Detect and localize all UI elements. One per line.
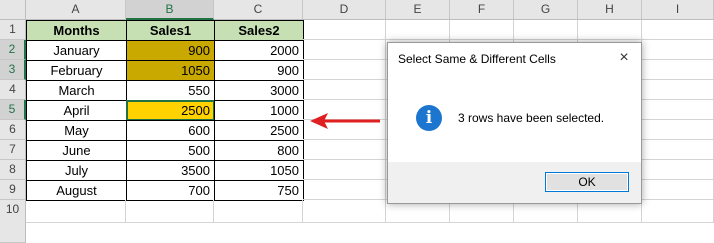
empty-cell[interactable] (303, 180, 386, 200)
row-header-7[interactable]: 7 (0, 140, 26, 160)
cell-sales1[interactable]: 600 (126, 120, 215, 141)
cell-month[interactable]: May (26, 120, 127, 141)
empty-cell[interactable] (642, 160, 714, 180)
select-cells-dialog: Select Same & Different Cells × i 3 rows… (387, 42, 642, 204)
cell-sales1-active[interactable]: 2500 (126, 100, 215, 121)
empty-cell[interactable] (386, 20, 450, 40)
empty-cell[interactable] (303, 160, 386, 180)
cell-sales1[interactable]: 900 (126, 40, 215, 61)
empty-cell[interactable] (642, 120, 714, 140)
column-header-g[interactable]: G (514, 0, 578, 20)
empty-cell[interactable] (642, 20, 714, 40)
column-header-b[interactable]: B (126, 0, 214, 20)
empty-cell[interactable] (303, 60, 386, 80)
cell-month[interactable]: August (26, 180, 127, 201)
empty-cell[interactable] (303, 200, 386, 223)
empty-cell[interactable] (214, 200, 303, 223)
cell-month[interactable]: June (26, 140, 127, 161)
empty-cell[interactable] (450, 20, 514, 40)
empty-cell[interactable] (642, 100, 714, 120)
cell-sales1[interactable]: 500 (126, 140, 215, 161)
empty-cell[interactable] (642, 200, 714, 223)
row-header-10[interactable]: 10 (0, 200, 26, 243)
row-header-6[interactable]: 6 (0, 120, 26, 140)
empty-cell[interactable] (642, 140, 714, 160)
column-header-a[interactable]: A (26, 0, 126, 20)
row-header-5[interactable]: 5 (0, 100, 26, 120)
header-sales1[interactable]: Sales1 (126, 20, 215, 41)
empty-cell[interactable] (642, 60, 714, 80)
cell-sales2[interactable]: 2500 (214, 120, 304, 141)
empty-cell[interactable] (642, 80, 714, 100)
cell-month[interactable]: July (26, 160, 127, 181)
cell-sales1[interactable]: 700 (126, 180, 215, 201)
cell-sales2[interactable]: 1000 (214, 100, 304, 121)
cell-sales1[interactable]: 1050 (126, 60, 215, 81)
cell-sales2[interactable]: 800 (214, 140, 304, 161)
header-sales2[interactable]: Sales2 (214, 20, 304, 41)
cell-sales1[interactable]: 550 (126, 80, 215, 101)
empty-cell[interactable] (514, 20, 578, 40)
dialog-title: Select Same & Different Cells (398, 52, 556, 66)
cell-sales2[interactable]: 2000 (214, 40, 304, 61)
dialog-footer: OK (388, 162, 641, 203)
empty-cell[interactable] (303, 20, 386, 40)
column-header-d[interactable]: D (303, 0, 386, 20)
cell-month[interactable]: April (26, 100, 127, 121)
empty-cell[interactable] (642, 180, 714, 200)
empty-cell[interactable] (126, 200, 214, 223)
cell-sales2[interactable]: 1050 (214, 160, 304, 181)
column-header-f[interactable]: F (450, 0, 514, 20)
info-icon: i (416, 105, 442, 131)
row-header-1[interactable]: 1 (0, 20, 26, 40)
cell-month[interactable]: February (26, 60, 127, 81)
column-header-i[interactable]: I (642, 0, 714, 20)
dialog-message: 3 rows have been selected. (458, 111, 605, 125)
empty-cell[interactable] (642, 40, 714, 60)
cell-month[interactable]: March (26, 80, 127, 101)
cell-sales2[interactable]: 750 (214, 180, 304, 201)
row-header-4[interactable]: 4 (0, 80, 26, 100)
row-header-8[interactable]: 8 (0, 160, 26, 180)
empty-cell[interactable] (303, 80, 386, 100)
row-header-9[interactable]: 9 (0, 180, 26, 200)
empty-cell[interactable] (303, 140, 386, 160)
empty-cell[interactable] (26, 200, 126, 223)
red-arrow-icon (310, 113, 380, 129)
cell-month[interactable]: January (26, 40, 127, 61)
dialog-body: i 3 rows have been selected. (388, 77, 641, 162)
row-header-3[interactable]: 3 (0, 60, 26, 80)
select-all-corner[interactable] (0, 0, 26, 20)
cell-sales1[interactable]: 3500 (126, 160, 215, 181)
column-header-e[interactable]: E (386, 0, 450, 20)
column-header-h[interactable]: H (578, 0, 642, 20)
row-header-2[interactable]: 2 (0, 40, 26, 60)
cell-sales2[interactable]: 900 (214, 60, 304, 81)
empty-cell[interactable] (303, 40, 386, 60)
cell-sales2[interactable]: 3000 (214, 80, 304, 101)
header-months[interactable]: Months (26, 20, 127, 41)
empty-cell[interactable] (578, 20, 642, 40)
column-header-c[interactable]: C (214, 0, 303, 20)
ok-button[interactable]: OK (545, 172, 629, 192)
close-icon[interactable]: × (615, 49, 633, 67)
